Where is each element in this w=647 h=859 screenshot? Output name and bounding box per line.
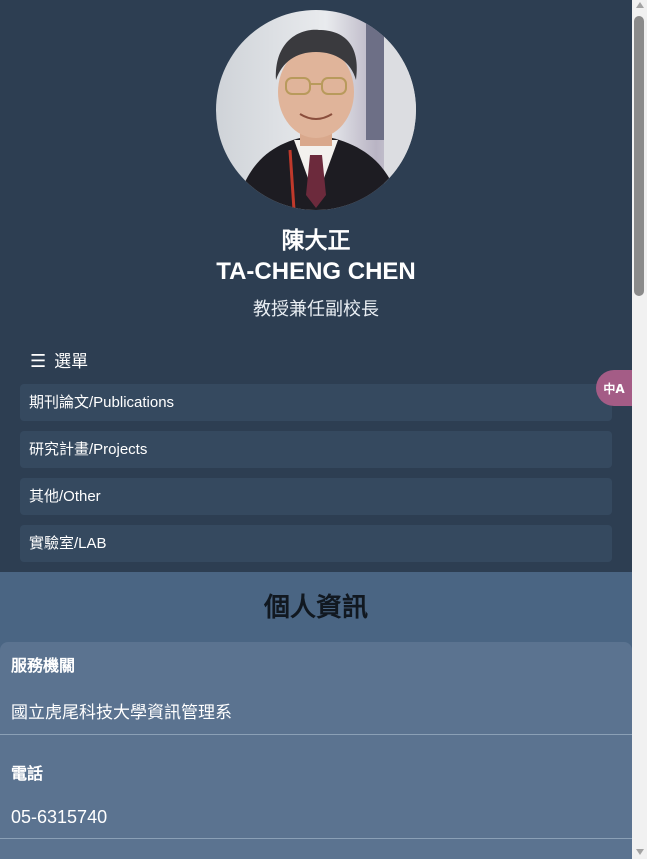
field-label-institution: 服務機關 (11, 656, 76, 675)
scrollbar-thumb[interactable] (634, 16, 644, 296)
field-value-phone: 05-6315740 (11, 807, 108, 827)
personal-info-section: 個人資訊 服務機關 國立虎尾科技大學資訊管理系 電話 05-6315740 (0, 572, 632, 859)
translate-button[interactable]: 中A (596, 370, 636, 406)
scroll-down-arrow-icon[interactable] (636, 849, 644, 855)
name-chinese: 陳大正 (281, 228, 351, 254)
field-label-phone: 電話 (11, 764, 44, 783)
vertical-scrollbar[interactable] (632, 0, 647, 859)
profile-header: 陳大正 TA-CHENG CHEN 教授兼任副校長 ☰ 選單 期刊論文/Publ… (0, 0, 632, 572)
job-title: 教授兼任副校長 (253, 299, 379, 320)
avatar-photo (216, 10, 416, 210)
scroll-up-arrow-icon[interactable] (636, 2, 644, 8)
hamburger-icon: ☰ (30, 351, 47, 372)
menu-label: 選單 (54, 352, 89, 372)
divider (0, 734, 632, 735)
field-value-institution: 國立虎尾科技大學資訊管理系 (11, 703, 232, 723)
section-heading: 個人資訊 (263, 593, 368, 623)
personal-info-card: 服務機關 國立虎尾科技大學資訊管理系 電話 05-6315740 (0, 642, 632, 859)
page: 陳大正 TA-CHENG CHEN 教授兼任副校長 ☰ 選單 期刊論文/Publ… (0, 0, 632, 859)
avatar (216, 10, 416, 210)
menu-item-projects[interactable]: 研究計畫/Projects (20, 431, 612, 468)
menu-item-lab[interactable]: 實驗室/LAB (20, 525, 612, 562)
menu-item-other[interactable]: 其他/Other (20, 478, 612, 515)
divider (0, 838, 632, 839)
menu-item-publications[interactable]: 期刊論文/Publications (20, 384, 612, 421)
translate-icon: 中A (603, 381, 625, 396)
name-english: TA-CHENG CHEN (216, 258, 416, 285)
menu-toggle[interactable]: ☰ 選單 (30, 348, 88, 376)
